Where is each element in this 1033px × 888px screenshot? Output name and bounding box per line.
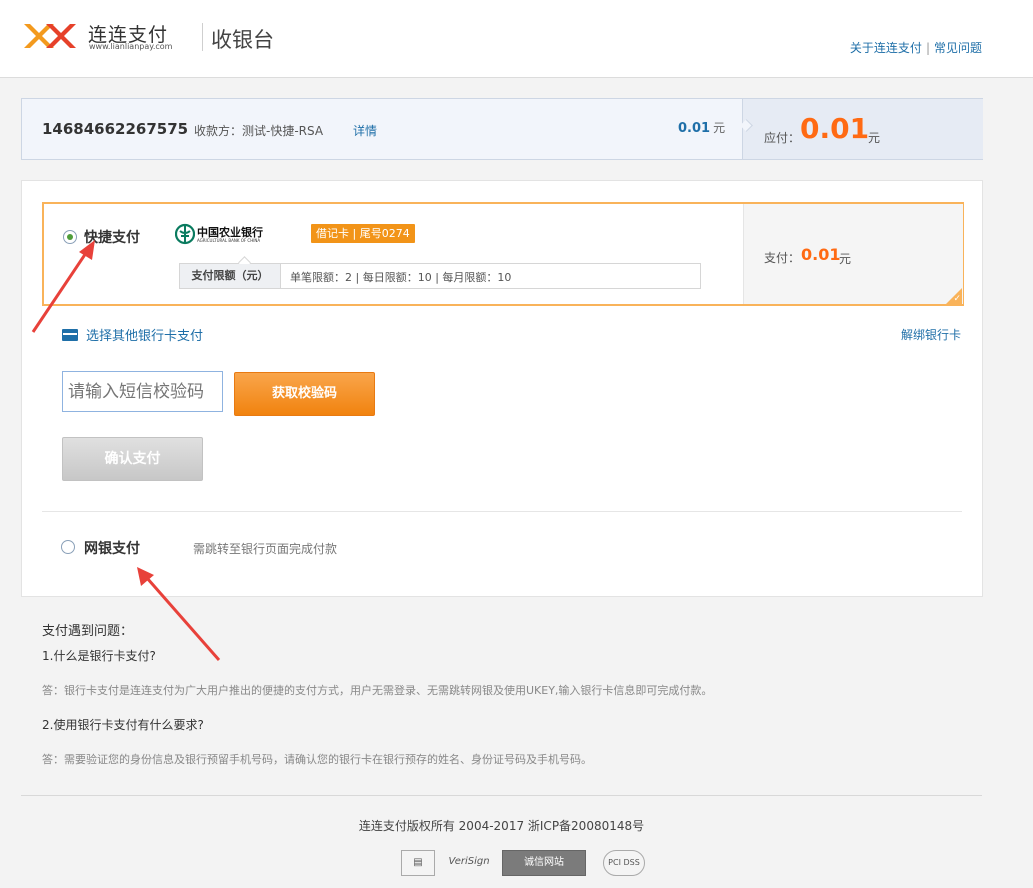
header-divider (202, 23, 203, 51)
pay-amount-value: 0.01 (801, 245, 841, 264)
bank-logo: 中国农业银行 AGRICULTURAL BANK OF CHINA (175, 223, 285, 247)
link-separator: | (925, 41, 930, 55)
quick-pay-label: 快捷支付 (84, 230, 140, 246)
copyright: 连连支付版权所有 2004-2017 浙ICP备20080148号 (358, 819, 645, 833)
faq-answer: 答：需要验证您的身份信息及银行预留手机号码，请确认您的银行卡在银行预存的姓名、身… (42, 753, 592, 766)
limit-label: 支付限额（元） (180, 264, 281, 288)
page-title: 收银台 (211, 28, 274, 52)
order-amount: 0.01 元 (678, 119, 725, 136)
order-amount-unit: 元 (713, 121, 726, 135)
limit-text: 单笔限额：2 | 每日限额：10 | 每月限额：10 (290, 271, 512, 284)
faq-question: 1.什么是银行卡支付? (42, 649, 156, 663)
order-amount-value: 0.01 (678, 121, 711, 136)
faq-link[interactable]: 常见问题 (934, 41, 982, 55)
unbind-card-link[interactable]: 解绑银行卡 (901, 326, 961, 343)
check-icon: ✓ (953, 294, 961, 304)
pay-amount-unit: 元 (839, 252, 852, 266)
faq-answer: 答：银行卡支付是连连支付为广大用户推出的便捷的支付方式，用户无需登录、无需跳转网… (42, 684, 713, 697)
amount-due-box: 应付： 0.01 元 (742, 99, 983, 159)
pay-amount-box: 支付： 0.01 元 (743, 204, 963, 304)
footer-divider (21, 795, 982, 796)
quick-pay-radio[interactable] (63, 230, 77, 244)
other-card-link[interactable]: 选择其他银行卡支付 (62, 325, 203, 344)
confirm-pay-button[interactable]: 确认支付 (62, 437, 203, 481)
lianlian-logo-icon (24, 24, 76, 48)
about-link[interactable]: 关于连连支付 (850, 41, 922, 55)
order-summary: 14684662267575 收款方：测试-快捷-RSA 详情 0.01 元 应付… (21, 98, 983, 160)
sms-code-input[interactable] (62, 371, 223, 412)
quick-pay-option[interactable]: 快捷支付 中国农业银行 AGRICULTURAL BANK OF CHINA 借… (42, 202, 964, 306)
credible-site-badge[interactable]: 诚信网站 (502, 850, 586, 876)
pay-amount-label: 支付： (764, 251, 801, 265)
get-code-button[interactable]: 获取校验码 (234, 372, 375, 416)
net-bank-note: 需跳转至银行页面完成付款 (193, 542, 338, 556)
net-bank-radio[interactable] (61, 540, 75, 554)
amount-due-unit: 元 (868, 131, 881, 145)
header-links: 关于连连支付 | 常见问题 (850, 39, 982, 56)
order-number: 14684662267575 (42, 120, 189, 138)
trust-badges: ▤ VeriSign 诚信网站 PCI DSS (401, 850, 651, 878)
other-card-label: 选择其他银行卡支付 (86, 329, 204, 344)
brand-url: www.lianlianpay.com (89, 42, 173, 51)
payee: 收款方：测试-快捷-RSA (194, 124, 324, 138)
top-header: 连连支付 www.lianlianpay.com 收银台 关于连连支付 | 常见问题 (0, 0, 1033, 78)
license-badge-icon[interactable]: ▤ (401, 850, 435, 876)
payment-panel: 快捷支付 中国农业银行 AGRICULTURAL BANK OF CHINA 借… (21, 180, 983, 597)
faq-question: 2.使用银行卡支付有什么要求? (42, 718, 204, 732)
card-badge: 借记卡 | 尾号0274 (311, 224, 415, 243)
amount-due-value: 0.01 (800, 112, 870, 145)
limit-info: 支付限额（元） 单笔限额：2 | 每日限额：10 | 每月限额：10 (179, 256, 701, 289)
pci-dss-badge[interactable]: PCI DSS (603, 850, 645, 876)
card-icon (62, 329, 78, 341)
faq-title: 支付遇到问题： (42, 624, 134, 639)
net-bank-label[interactable]: 网银支付 (84, 538, 140, 558)
amount-due-label: 应付： (764, 131, 801, 145)
divider (42, 511, 962, 512)
detail-link[interactable]: 详情 (353, 122, 377, 139)
bank-name-en: AGRICULTURAL BANK OF CHINA (197, 238, 261, 243)
verisign-badge[interactable]: VeriSign (445, 850, 493, 876)
abc-bank-icon (175, 223, 195, 245)
